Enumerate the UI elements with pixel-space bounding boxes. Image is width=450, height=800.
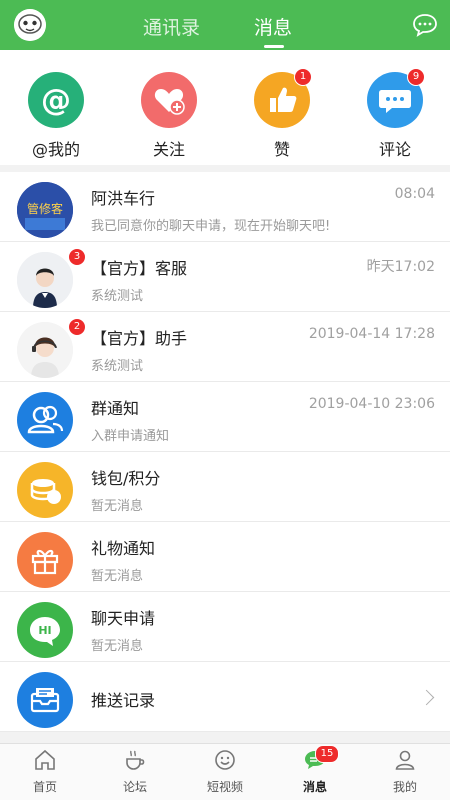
top-header: 通讯录 消息 xyxy=(0,0,450,50)
row-time: 08:04 xyxy=(394,186,435,202)
list-item[interactable]: 钱包/积分 暂无消息 xyxy=(0,452,450,522)
avatar: 管修客 xyxy=(17,182,73,238)
row-title: 推送记录 xyxy=(91,691,156,710)
list-item[interactable]: HI 聊天申请 暂无消息 xyxy=(0,592,450,662)
row-title: 群通知 xyxy=(91,399,140,418)
group-icon xyxy=(17,392,73,448)
tab-me[interactable]: 我的 xyxy=(360,748,450,795)
active-tab-indicator xyxy=(264,45,284,48)
quick-at-me[interactable]: @ @我的 xyxy=(26,72,86,160)
chat-bubble-icon[interactable] xyxy=(412,12,438,38)
list-item[interactable]: 推送记录 xyxy=(0,662,450,732)
tab-label: 首页 xyxy=(32,780,57,794)
row-subtitle: 我已同意你的聊天申请，现在开始聊天吧! xyxy=(91,219,331,234)
list-item[interactable]: 2 【官方】助手 系统测试 2019-04-14 17:28 xyxy=(0,312,450,382)
quick-follow[interactable]: 关注 xyxy=(139,72,199,160)
tab-short-video[interactable]: 短视频 xyxy=(180,748,270,795)
tab-messages[interactable]: 消息 xyxy=(254,13,292,40)
avatar-text: 管修客 xyxy=(27,201,63,216)
list-item[interactable]: 群通知 入群申请通知 2019-04-10 23:06 xyxy=(0,382,450,452)
row-title: 聊天申请 xyxy=(91,609,156,628)
avatar xyxy=(17,322,73,378)
avatar xyxy=(17,252,73,308)
comments-badge: 9 xyxy=(407,68,425,86)
row-title: 钱包/积分 xyxy=(91,469,161,488)
chevron-right-icon xyxy=(418,689,435,706)
svg-text:@: @ xyxy=(41,83,71,118)
tab-label: 我的 xyxy=(392,780,417,794)
message-list: 管修客 阿洪车行 我已同意你的聊天申请，现在开始聊天吧! 08:04 3 【官方… xyxy=(0,172,450,732)
quick-likes[interactable]: 1 赞 xyxy=(252,68,312,160)
bottom-tab-bar: 首页 论坛 短视频 15 消息 我的 xyxy=(0,743,450,800)
quick-comments[interactable]: 9 评论 xyxy=(365,68,425,160)
row-time: 昨天17:02 xyxy=(366,259,435,275)
row-time: 2019-04-10 23:06 xyxy=(308,396,435,412)
tab-home[interactable]: 首页 xyxy=(0,748,90,795)
at-icon: @ xyxy=(28,72,84,128)
row-title: 【官方】助手 xyxy=(91,329,188,348)
tab-label: 论坛 xyxy=(122,780,147,794)
tab-label: 消息 xyxy=(302,780,327,794)
quick-label: 关注 xyxy=(152,140,185,159)
row-subtitle: 系统测试 xyxy=(91,289,144,304)
row-subtitle: 入群申请通知 xyxy=(91,429,170,444)
unread-badge: 2 xyxy=(68,318,86,336)
tab-label: 短视频 xyxy=(206,780,243,794)
coins-icon xyxy=(17,462,73,518)
row-subtitle: 暂无消息 xyxy=(91,639,144,654)
person-icon xyxy=(393,748,417,772)
home-icon xyxy=(33,748,57,772)
messages-badge: 15 xyxy=(315,745,339,763)
quick-label: 赞 xyxy=(273,140,290,159)
smiley-icon xyxy=(213,748,237,772)
gift-icon xyxy=(17,532,73,588)
comment-icon: 9 xyxy=(367,68,425,128)
quick-label: @我的 xyxy=(31,140,80,159)
avatar-text: HI xyxy=(38,624,51,637)
row-time: 2019-04-14 17:28 xyxy=(308,326,435,342)
list-item[interactable]: 管修客 阿洪车行 我已同意你的聊天申请，现在开始聊天吧! 08:04 xyxy=(0,172,450,242)
row-title: 礼物通知 xyxy=(91,539,156,558)
row-subtitle: 暂无消息 xyxy=(91,569,144,584)
tab-forum[interactable]: 论坛 xyxy=(90,748,180,795)
quick-label: 评论 xyxy=(378,140,411,159)
user-avatar[interactable] xyxy=(14,9,46,41)
hi-chat-icon: HI xyxy=(17,602,73,658)
tab-contacts[interactable]: 通讯录 xyxy=(143,13,200,40)
likes-badge: 1 xyxy=(294,68,312,86)
push-record-icon xyxy=(17,672,73,728)
row-title: 【官方】客服 xyxy=(91,259,188,278)
list-item[interactable]: 3 【官方】客服 系统测试 昨天17:02 xyxy=(0,242,450,312)
row-subtitle: 系统测试 xyxy=(91,359,144,374)
coffee-icon xyxy=(123,748,147,772)
message-icon: 15 xyxy=(303,745,339,772)
row-title: 阿洪车行 xyxy=(91,189,156,208)
list-item[interactable]: 礼物通知 暂无消息 xyxy=(0,522,450,592)
heart-plus-icon xyxy=(141,72,197,128)
quick-actions: @ @我的 关注 1 赞 9 评论 xyxy=(0,50,450,165)
tab-messages-bottom[interactable]: 15 消息 xyxy=(270,745,360,795)
unread-badge: 3 xyxy=(68,248,86,266)
thumbs-up-icon: 1 xyxy=(254,68,312,128)
row-subtitle: 暂无消息 xyxy=(91,499,144,514)
